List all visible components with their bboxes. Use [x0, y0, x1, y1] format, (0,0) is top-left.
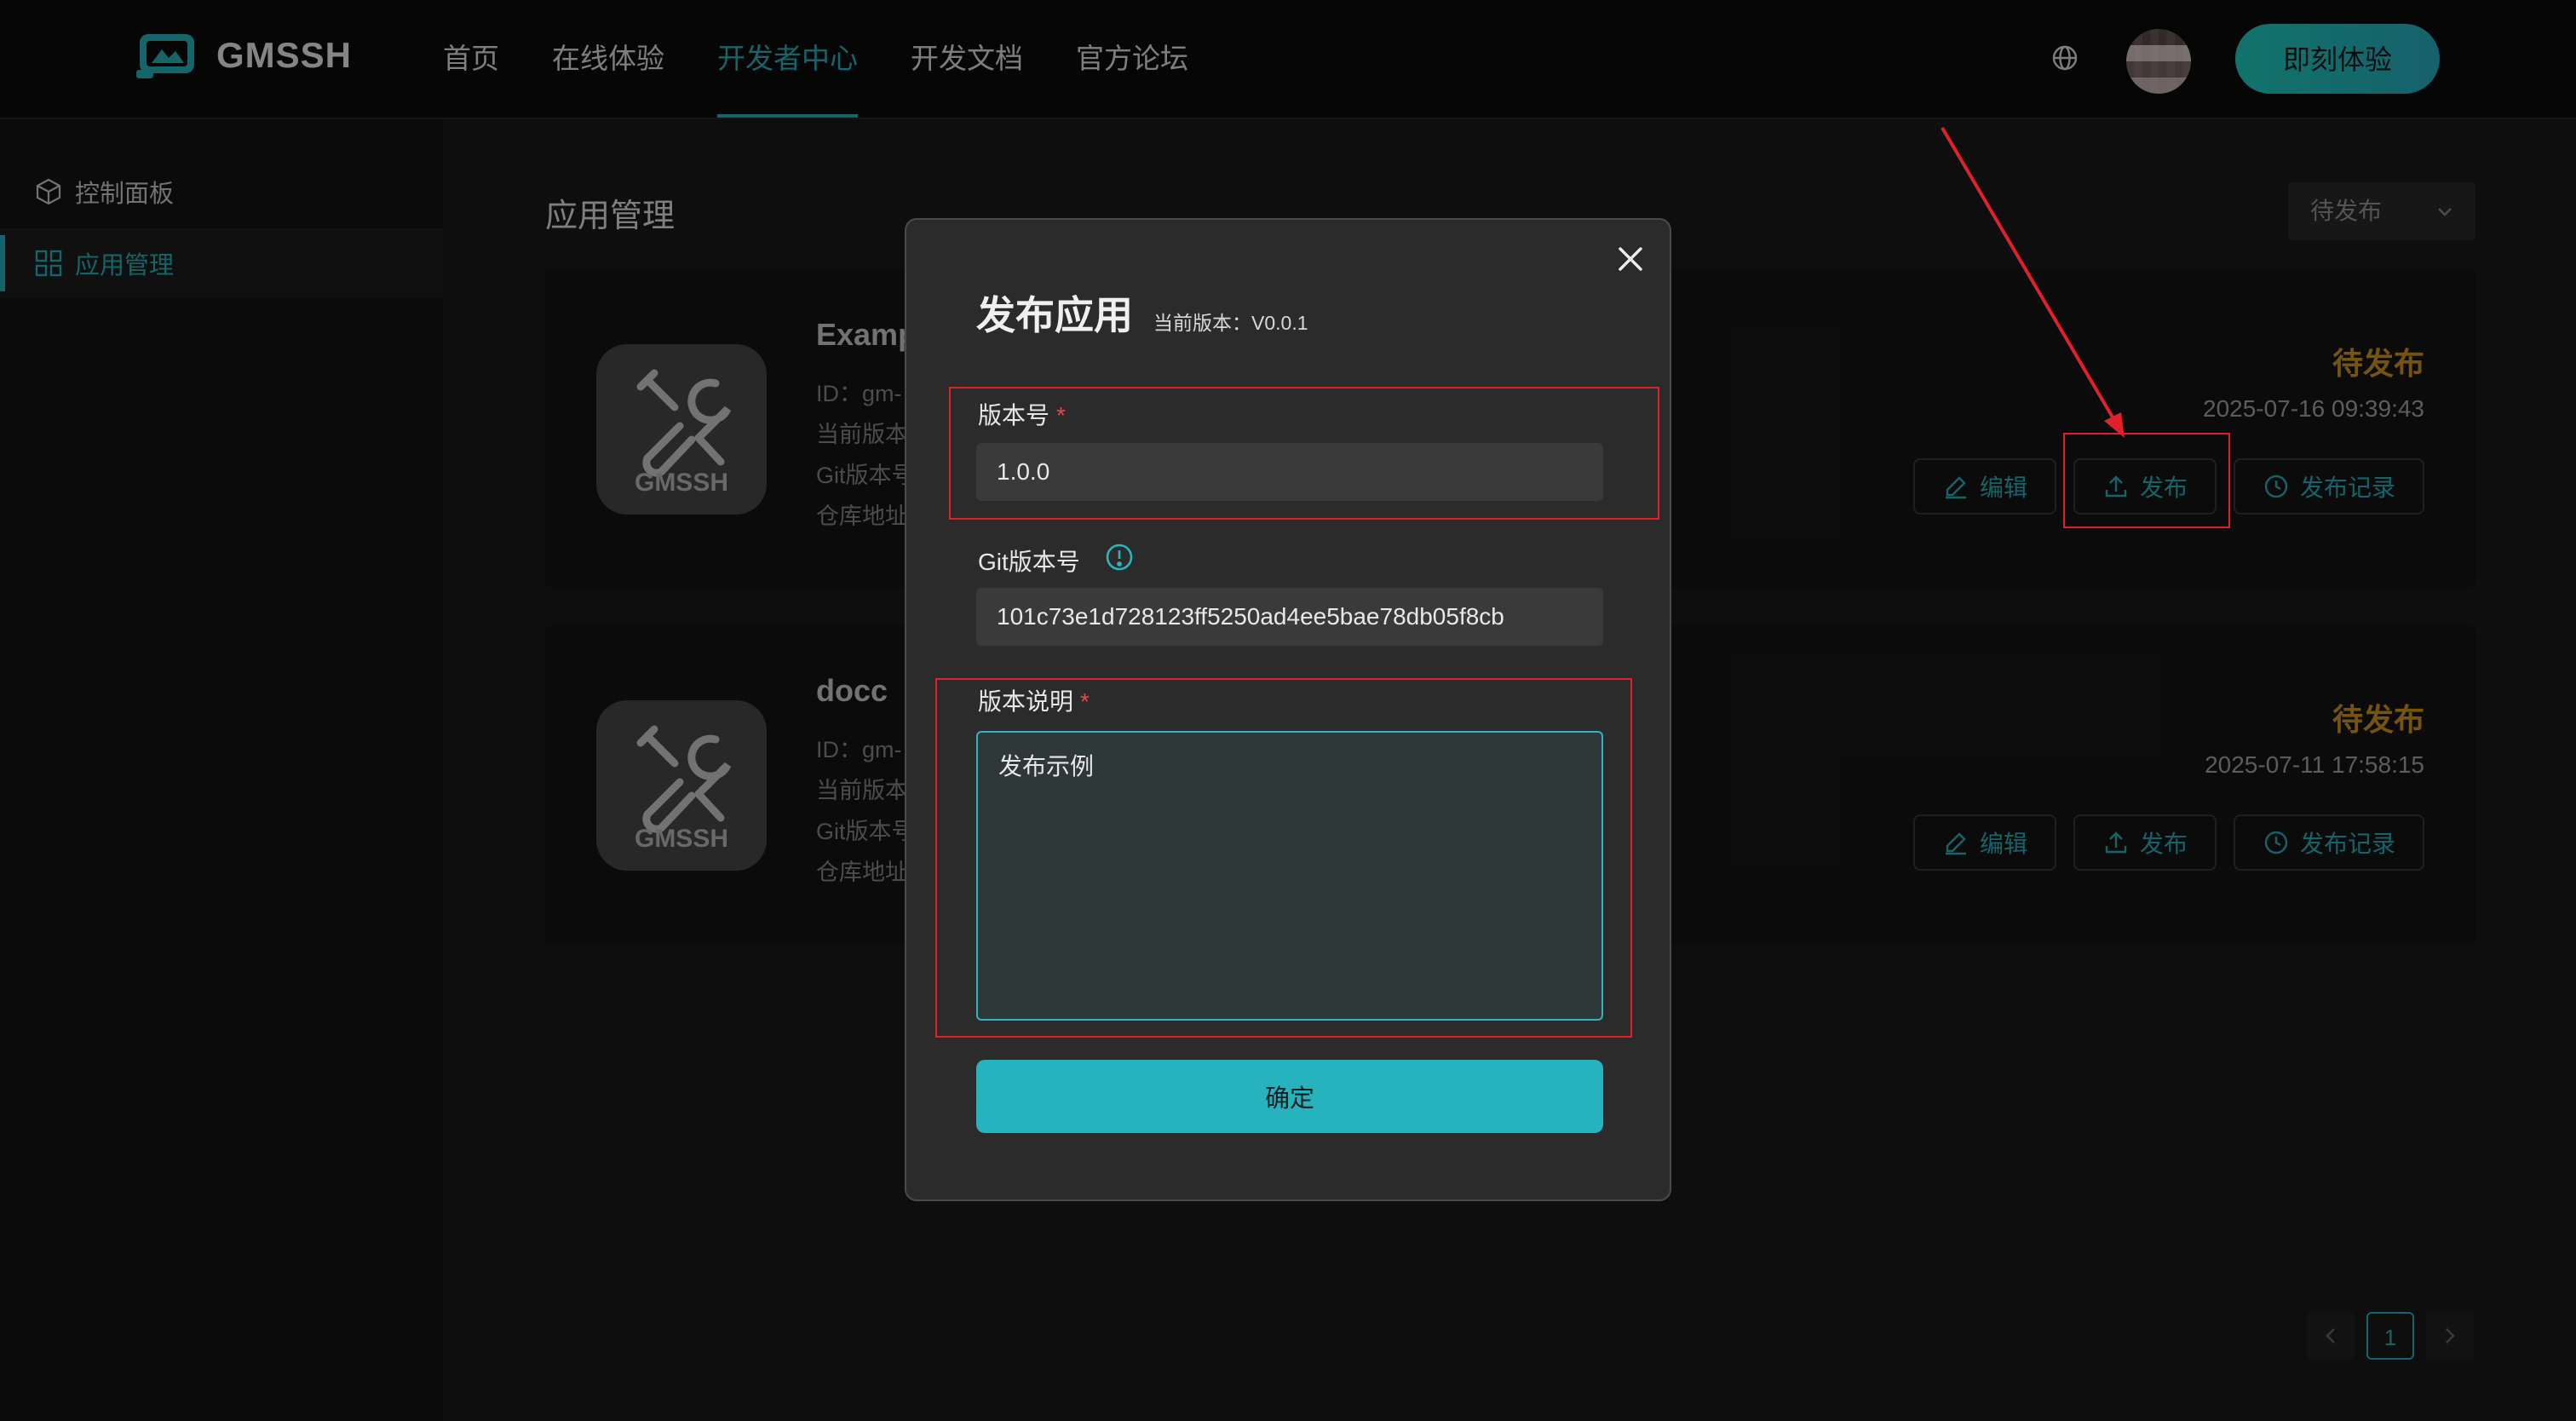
info-icon[interactable] — [1104, 542, 1135, 572]
publish-button-highlight — [2063, 433, 2230, 528]
modal-current-version: 当前版本：V0.0.1 — [1153, 312, 1308, 334]
git-version-label: Git版本号 — [978, 549, 1080, 575]
version-field-highlight — [949, 387, 1659, 520]
description-field-highlight — [935, 678, 1632, 1038]
git-version-input[interactable] — [976, 588, 1603, 646]
close-icon[interactable] — [1612, 240, 1649, 278]
modal-title: 发布应用 — [976, 293, 1133, 337]
confirm-button[interactable]: 确定 — [976, 1060, 1603, 1133]
